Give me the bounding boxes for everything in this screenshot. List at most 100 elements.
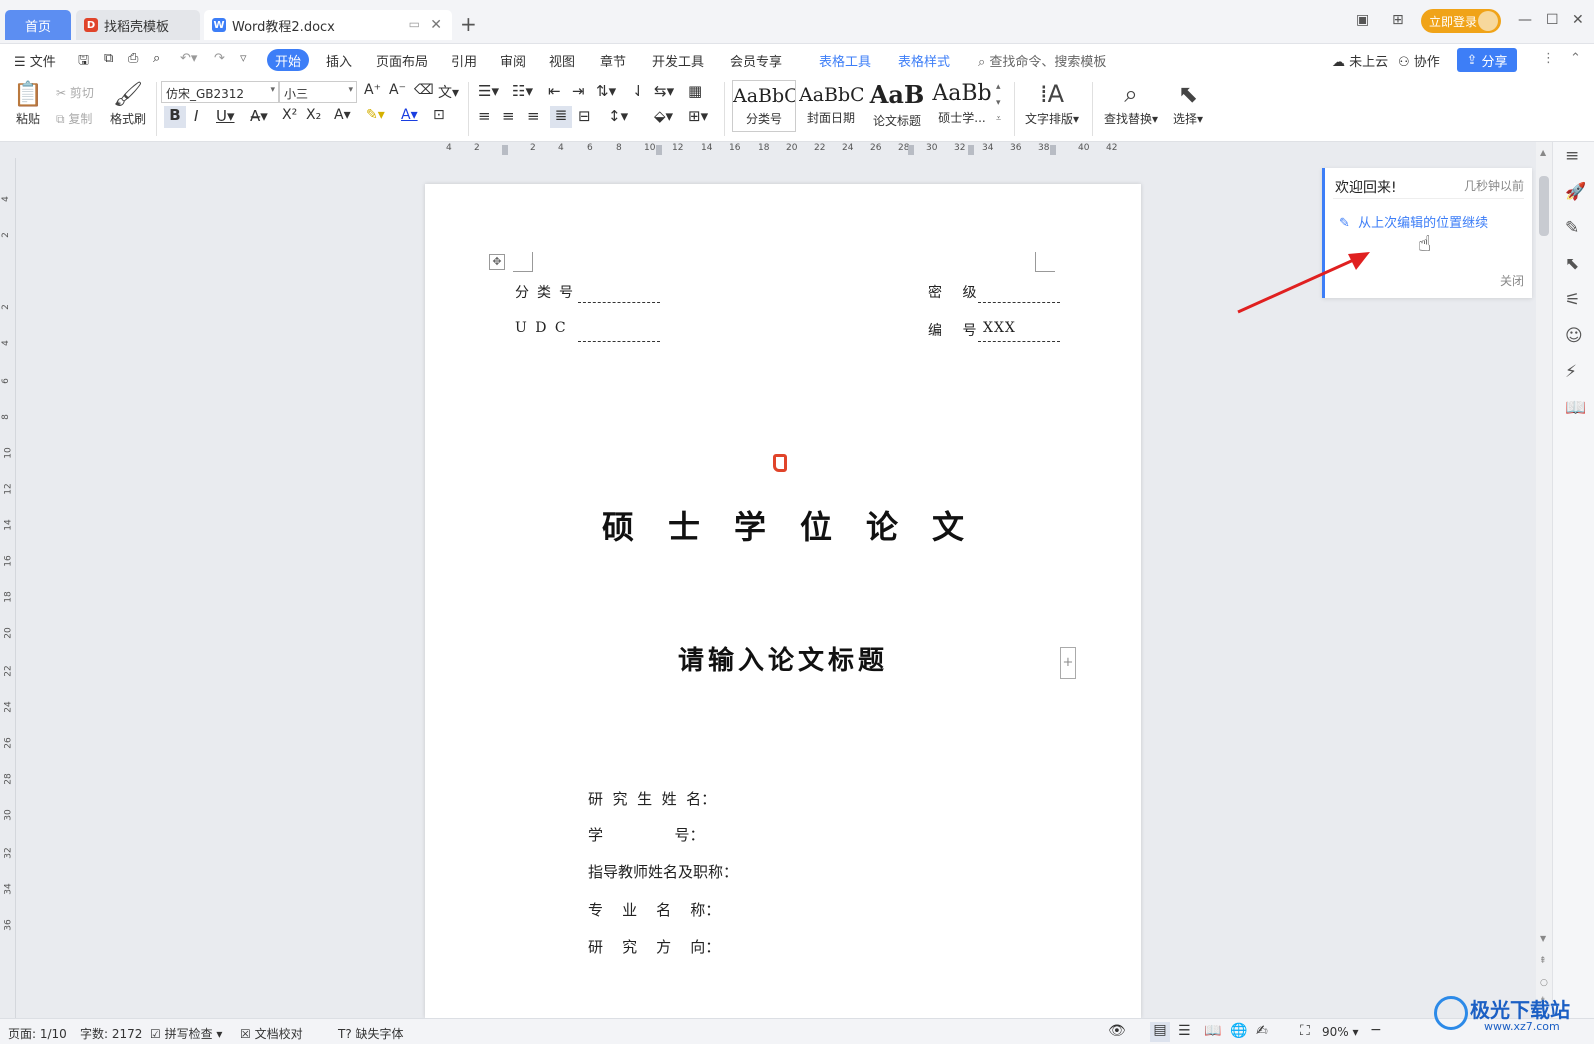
grow-font-icon[interactable]: A⁺ xyxy=(364,82,381,98)
strikethrough-icon[interactable]: A̶▾ xyxy=(250,107,268,125)
cut-button[interactable]: ✂ 剪切 xyxy=(56,84,94,101)
scroll-down-icon[interactable]: ▼ xyxy=(1540,934,1546,943)
menu-developer[interactable]: 开发工具 xyxy=(652,51,704,70)
info-student-name[interactable]: 研 究 生 姓 名： xyxy=(588,788,716,809)
menu-page-layout[interactable]: 页面布局 xyxy=(376,51,428,70)
chinese-layout-icon[interactable]: ⇅▾ xyxy=(596,82,616,100)
menu-view[interactable]: 视图 xyxy=(549,51,575,70)
menu-review[interactable]: 审阅 xyxy=(500,51,526,70)
apps-grid-icon[interactable]: ⊞ xyxy=(1392,12,1404,28)
style-scroll-down-icon[interactable]: ▾ xyxy=(996,98,1001,108)
close-window-icon[interactable]: ✕ xyxy=(1572,12,1584,28)
book-icon[interactable]: 📖 xyxy=(1565,398,1586,418)
pointer-icon[interactable]: ⬉ xyxy=(1565,254,1579,274)
align-center-icon[interactable]: ≡ xyxy=(502,107,515,125)
spell-check-button[interactable]: ☑ 拼写检查 ▾ xyxy=(150,1025,222,1042)
thesis-kind-heading[interactable]: 硕士学位论文 xyxy=(425,502,1141,548)
cloud-status[interactable]: ☁ 未上云 xyxy=(1332,51,1388,70)
shrink-font-icon[interactable]: A⁻ xyxy=(389,82,406,98)
redo-icon[interactable]: ↷ xyxy=(214,51,225,66)
menu-start[interactable]: 开始 xyxy=(267,49,309,71)
borders-icon[interactable]: ⊞▾ xyxy=(688,107,708,125)
style-scroll-up-icon[interactable]: ▴ xyxy=(996,82,1001,92)
collab-button[interactable]: ⚇ 协作 xyxy=(1398,51,1440,70)
document-page[interactable]: ✥ 分类号 U D C 密 级 编 号 XXX 硕士学位论文 请输入论文标题 +… xyxy=(425,184,1141,1018)
table-move-handle-icon[interactable]: ✥ xyxy=(489,254,505,270)
style-more-icon[interactable]: ⩡ xyxy=(996,114,1001,124)
sort-icon[interactable]: ⇃ xyxy=(632,82,645,100)
adjust-icon[interactable]: ⚟ xyxy=(1565,290,1580,310)
ruler-marker[interactable] xyxy=(502,145,508,155)
outline-view-icon[interactable]: ☰ xyxy=(1178,1023,1191,1039)
export-icon[interactable]: ⧉ xyxy=(104,51,113,66)
page-view-icon[interactable]: ▤ xyxy=(1150,1022,1170,1042)
ruler-marker[interactable] xyxy=(908,145,914,155)
writing-mode-icon[interactable]: ✍ xyxy=(1256,1023,1268,1039)
word-count[interactable]: 字数: 2172 xyxy=(80,1025,142,1042)
distribute-icon[interactable]: ⊟ xyxy=(578,107,591,125)
save-icon[interactable]: 🖫 xyxy=(78,51,89,73)
style-thesis-title[interactable]: AaB 论文标题 xyxy=(865,80,929,132)
info-research-direction[interactable]: 研 究 方 向： xyxy=(588,936,720,957)
fit-page-icon[interactable]: ⛶ xyxy=(1300,1023,1310,1039)
robot-icon[interactable]: ☺ xyxy=(1565,326,1583,346)
serial-no-value[interactable]: XXX xyxy=(983,320,1016,336)
print-icon[interactable]: ⎙ xyxy=(128,51,138,66)
vertical-scrollbar[interactable]: ▲ ▼ ⇞ ○ ⇟ xyxy=(1536,142,1552,1018)
decrease-indent-icon[interactable]: ⇤ xyxy=(548,82,561,100)
undo-icon[interactable]: ↶▾ xyxy=(180,51,197,66)
align-left-icon[interactable]: ≡ xyxy=(478,107,491,125)
shading-icon[interactable]: ⬙▾ xyxy=(654,107,673,125)
paste-button[interactable]: 📋 粘贴 xyxy=(10,80,46,127)
missing-font-button[interactable]: T? 缺失字体 xyxy=(338,1025,404,1042)
zoom-out-icon[interactable]: − xyxy=(1370,1022,1382,1038)
login-button[interactable]: 立即登录 xyxy=(1421,9,1501,33)
select-button[interactable]: ⬉ 选择▾ xyxy=(1168,80,1208,127)
edit-pen-icon[interactable]: ✎ xyxy=(1565,218,1579,238)
zoom-select[interactable]: 90% ▾ xyxy=(1322,1025,1359,1039)
style-cover-date[interactable]: AaBbCc 封面日期 xyxy=(799,80,863,132)
quick-access-dropdown-icon[interactable]: ▿ xyxy=(240,51,247,66)
rocket-icon[interactable]: 🚀 xyxy=(1565,182,1586,202)
maximize-icon[interactable]: ☐ xyxy=(1546,12,1559,28)
char-border-icon[interactable]: ⊡ xyxy=(433,107,445,123)
menu-member[interactable]: 会员专享 xyxy=(730,51,782,70)
browse-object-icon[interactable]: ○ xyxy=(1540,978,1548,988)
info-major[interactable]: 专 业 名 称： xyxy=(588,899,720,920)
style-master[interactable]: AaBb 硕士学... xyxy=(930,80,994,132)
font-name-select[interactable]: 仿宋_GB2312 xyxy=(161,81,279,103)
close-tab-icon[interactable]: ✕ xyxy=(430,17,442,33)
text-layout-button[interactable]: ⁞A 文字排版▾ xyxy=(1022,80,1082,127)
print-preview-icon[interactable]: ⌕ xyxy=(153,51,160,66)
bullet-list-icon[interactable]: ☰▾ xyxy=(478,82,499,100)
scrollbar-thumb[interactable] xyxy=(1539,176,1549,236)
ruler-marker[interactable] xyxy=(1050,145,1056,155)
superscript-icon[interactable]: X² xyxy=(282,107,297,123)
clear-format-icon[interactable]: ⌫ xyxy=(414,82,434,98)
ruler-marker[interactable] xyxy=(656,145,662,155)
subscript-icon[interactable]: X₂ xyxy=(306,107,321,123)
vertical-ruler[interactable]: 4 2 2 4 6 8 10 12 14 16 18 20 22 24 26 2… xyxy=(0,158,16,1018)
font-color-icon[interactable]: A▾ xyxy=(401,107,418,123)
new-tab-button[interactable]: + xyxy=(460,12,477,36)
menu-table-style[interactable]: 表格样式 xyxy=(898,51,950,70)
collapse-ribbon-icon[interactable]: ⌃ xyxy=(1570,51,1581,66)
tab-template[interactable]: D 找稻壳模板 xyxy=(76,10,200,40)
highlight-icon[interactable]: ✎▾ xyxy=(366,107,385,123)
add-row-icon[interactable]: + xyxy=(1060,647,1076,679)
command-search[interactable]: ⌕ 查找命令、搜索模板 xyxy=(978,51,1106,70)
line-spacing-icon[interactable]: ↕▾ xyxy=(608,107,628,125)
page-count[interactable]: 页面: 1/10 xyxy=(8,1025,67,1042)
horizontal-ruler[interactable]: 4 2 2 4 6 8 10 12 14 16 18 20 22 24 26 2… xyxy=(16,142,1536,158)
increase-indent-icon[interactable]: ⇥ xyxy=(572,82,585,100)
welcome-close-button[interactable]: 关闭 xyxy=(1500,272,1524,289)
minimize-icon[interactable]: — xyxy=(1518,12,1532,28)
udc-field[interactable] xyxy=(578,341,660,342)
lightning-icon[interactable]: ⚡ xyxy=(1565,362,1577,382)
scroll-up-icon[interactable]: ▲ xyxy=(1540,148,1546,157)
ruler-marker[interactable] xyxy=(968,145,974,155)
file-menu[interactable]: ☰ 文件 xyxy=(14,51,56,70)
serial-no-field[interactable] xyxy=(978,341,1060,342)
resume-editing-link[interactable]: ✎ 从上次编辑的位置继续 xyxy=(1339,212,1488,231)
layout-icon[interactable]: ▣ xyxy=(1356,12,1369,28)
